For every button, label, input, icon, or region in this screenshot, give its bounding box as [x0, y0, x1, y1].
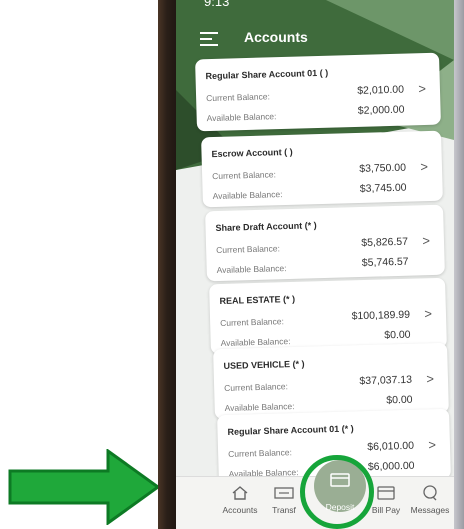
chat-bubble-icon: [423, 485, 437, 501]
available-balance-value: $0.00: [384, 328, 411, 342]
app-screen: 9:13 Accounts Regular Share Account 01 (…: [176, 0, 454, 529]
account-card-2[interactable]: Share Draft Account (* ) Current Balance…: [205, 204, 445, 282]
account-name: Regular Share Account 01 (* ): [227, 423, 354, 437]
nav-messages[interactable]: Messages: [404, 483, 454, 515]
nav-label: Messages: [410, 505, 450, 515]
account-name: Escrow Account ( ): [211, 146, 293, 160]
available-balance-value: $0.00: [386, 393, 413, 407]
account-name: REAL ESTATE (* ): [219, 293, 296, 307]
nav-label: Transf: [272, 505, 296, 515]
page-title: Accounts: [244, 29, 308, 45]
chevron-right-icon: >: [422, 233, 431, 249]
nav-accounts[interactable]: Accounts: [214, 483, 266, 515]
app-header: Accounts: [176, 22, 454, 56]
available-balance-value: $2,000.00: [357, 103, 405, 117]
available-balance-label: Available Balance:: [212, 189, 283, 202]
current-balance-label: Current Balance:: [212, 169, 277, 182]
account-card-4[interactable]: USED VEHICLE (* ) Current Balance: $37,0…: [213, 342, 449, 420]
current-balance-value: $2,010.00: [357, 83, 405, 97]
current-balance-label: Current Balance:: [224, 381, 289, 393]
status-time: 9:13: [204, 0, 230, 9]
nav-label: Accounts: [222, 505, 258, 515]
account-name: Regular Share Account 01 ( ): [205, 67, 329, 82]
current-balance-value: $6,010.00: [367, 439, 415, 454]
account-card-0[interactable]: Regular Share Account 01 ( ) Current Bal…: [195, 52, 441, 132]
chevron-right-icon: >: [420, 159, 429, 175]
current-balance-value: $3,750.00: [359, 161, 407, 175]
transfer-icon: [274, 487, 294, 499]
current-balance-label: Current Balance:: [220, 316, 285, 329]
bill-icon: [377, 486, 395, 500]
account-card-1[interactable]: Escrow Account ( ) Current Balance: $3,7…: [201, 130, 443, 208]
highlight-circle: [300, 455, 374, 529]
home-icon: [232, 486, 248, 500]
chevron-right-icon: >: [428, 437, 437, 453]
available-balance-value: $6,000.00: [367, 459, 415, 474]
chevron-right-icon: >: [424, 306, 433, 322]
available-balance-value: $5,746.57: [361, 255, 409, 269]
current-balance-label: Current Balance:: [205, 91, 271, 104]
chevron-right-icon: >: [418, 80, 427, 97]
annotation-arrow-icon: [8, 449, 160, 525]
current-balance-label: Current Balance:: [216, 243, 281, 256]
account-name: USED VEHICLE (* ): [223, 358, 305, 371]
current-balance-label: Current Balance:: [228, 447, 293, 459]
available-balance-label: Available Balance:: [206, 111, 277, 124]
hamburger-menu-icon[interactable]: [200, 32, 218, 46]
available-balance-label: Available Balance:: [220, 336, 291, 349]
current-balance-value: $37,037.13: [359, 373, 413, 388]
account-name: Share Draft Account (* ): [215, 220, 317, 234]
current-balance-value: $5,826.57: [361, 235, 409, 249]
nav-transfers[interactable]: Transf: [264, 483, 304, 515]
available-balance-label: Available Balance:: [224, 401, 295, 413]
available-balance-label: Available Balance:: [216, 263, 287, 276]
current-balance-value: $100,189.99: [351, 308, 411, 323]
available-balance-value: $3,745.00: [359, 181, 407, 195]
chevron-right-icon: >: [426, 371, 435, 387]
